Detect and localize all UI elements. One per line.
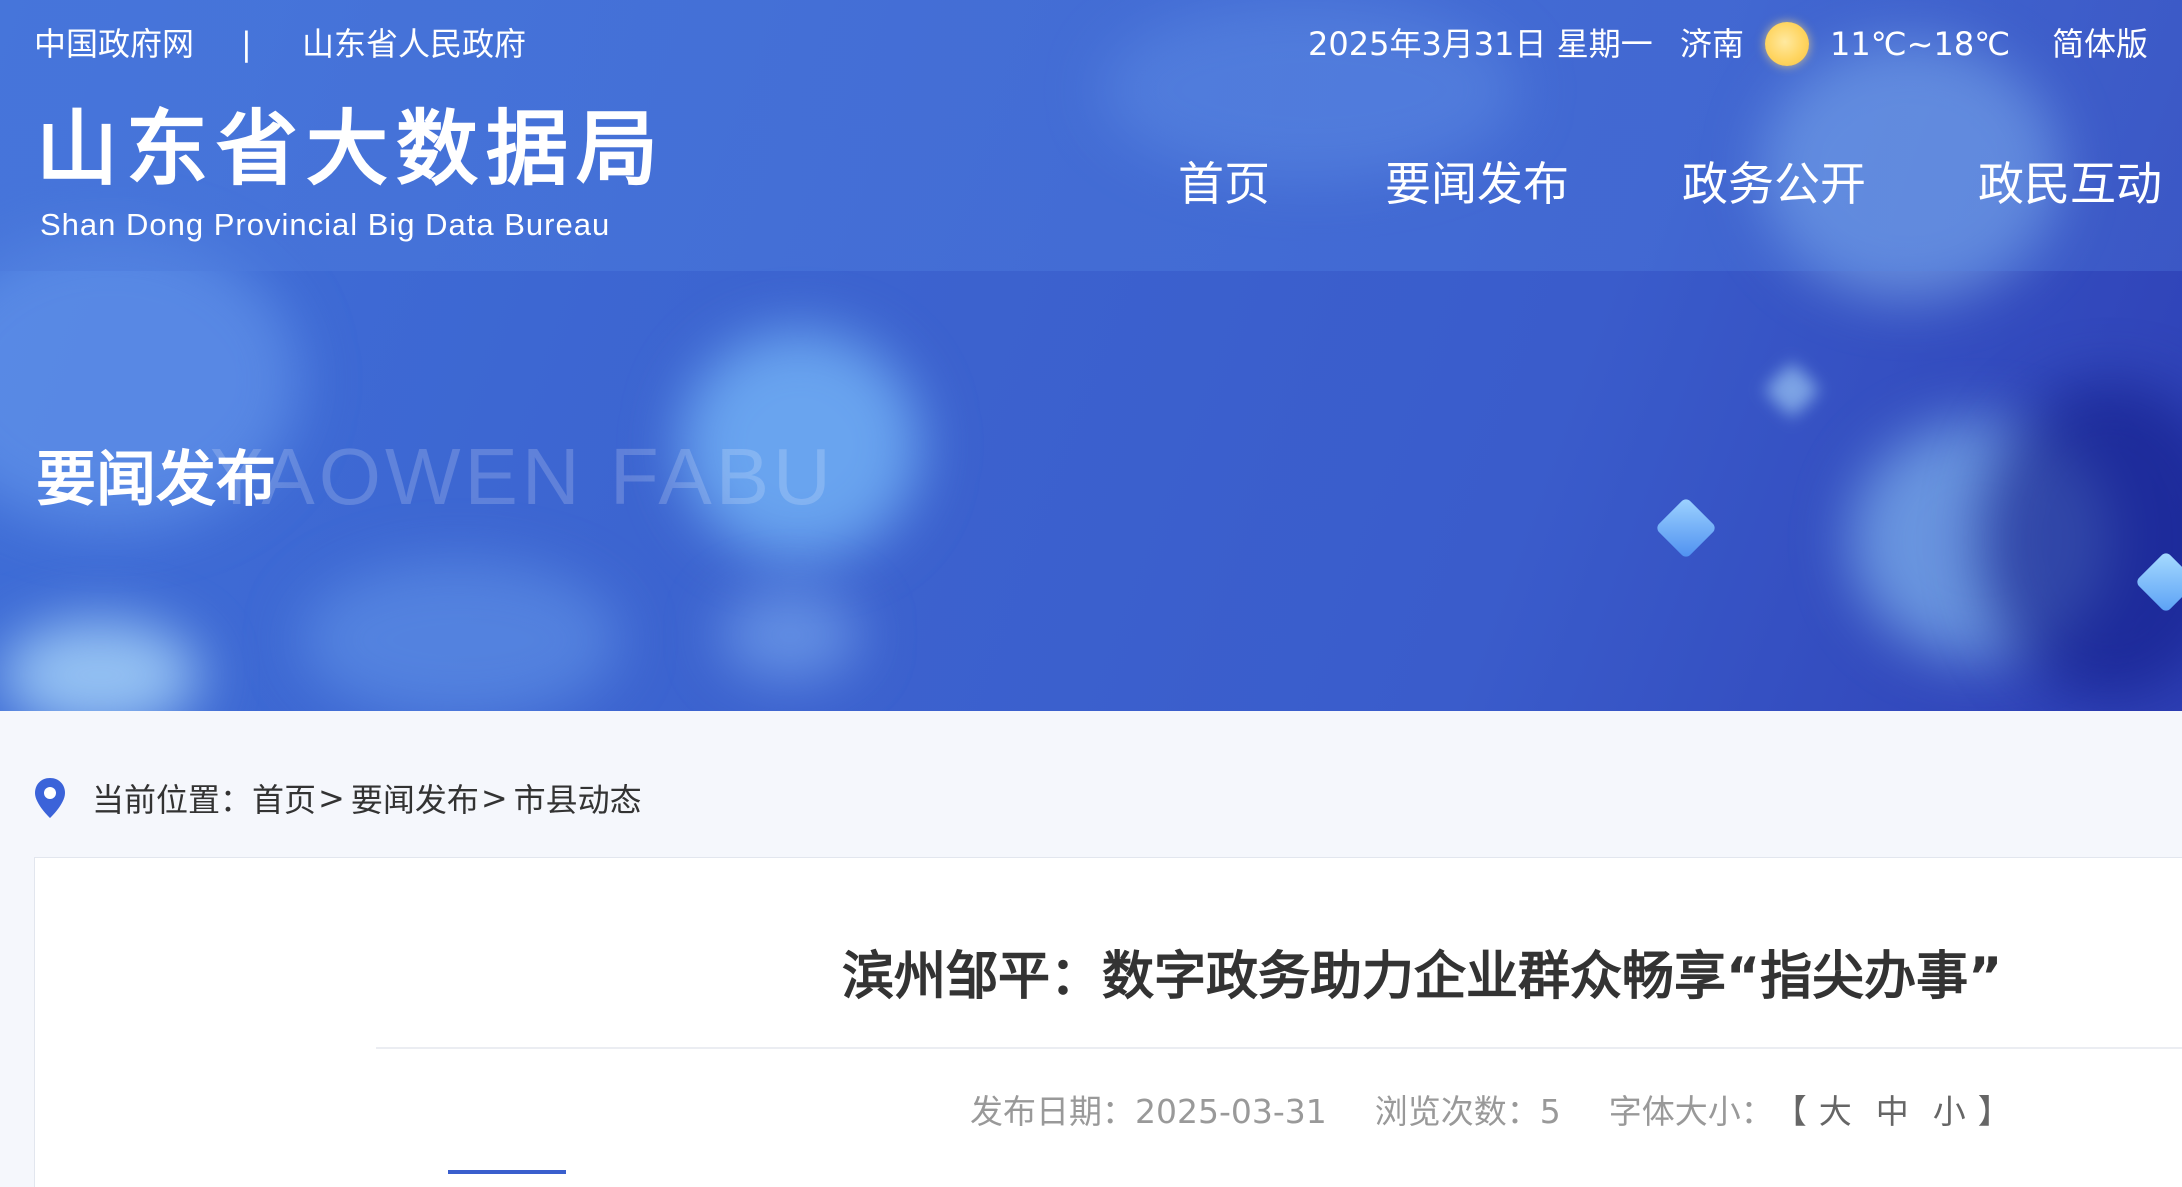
font-size-small-button[interactable]: 小 — [1933, 1088, 1966, 1136]
banner-blob — [0, 620, 200, 711]
publish-date: 2025-03-31 — [1135, 1092, 1327, 1131]
nav-government-affairs[interactable]: 政务公开 — [1682, 152, 1866, 216]
cube-decoration — [1763, 361, 1821, 419]
banner-blob — [300, 560, 620, 711]
link-shandong-gov[interactable]: 山东省人民政府 — [302, 20, 526, 68]
font-size-bracket-close: 】 — [1977, 1092, 2011, 1131]
cube-decoration — [1654, 496, 1718, 560]
article-title: 滨州邹平：数字政务助力企业群众畅享“指尖办事” — [842, 947, 2003, 1007]
nav-public-interaction[interactable]: 政民互动 — [1978, 152, 2162, 216]
breadcrumb-separator: > — [480, 779, 508, 817]
breadcrumb-home[interactable]: 首页 — [252, 775, 316, 821]
weather-city: 济南 — [1680, 25, 1745, 63]
breadcrumb-city-county-news[interactable]: 市县动态 — [514, 775, 642, 821]
language-switch[interactable]: 简体版 — [2052, 20, 2148, 68]
banner-blob — [720, 590, 860, 680]
site-logo-subtitle: Shan Dong Provincial Big Data Bureau — [40, 207, 611, 242]
article-meta: 发布日期： 2025-03-31 浏览次数： 5 字体大小： 【 大 中 小 】 — [970, 1088, 2011, 1136]
site-logo-title[interactable]: 山东省大数据局 — [36, 100, 666, 200]
header-banner: 中国政府网 | 山东省人民政府 2025年3月31日 星期一 济南 11℃~18… — [0, 0, 2182, 711]
content-tab-indicator — [448, 1170, 566, 1174]
weather-temperature: 11℃~18℃ — [1830, 25, 2011, 63]
article-card — [34, 857, 2182, 1187]
location-pin-icon — [35, 778, 65, 818]
font-size-bracket-open: 【 — [1773, 1092, 1807, 1131]
nav-news-release[interactable]: 要闻发布 — [1385, 152, 1569, 216]
views-count: 5 — [1539, 1092, 1561, 1131]
link-gov-cn[interactable]: 中国政府网 — [34, 20, 194, 68]
section-title: 要闻发布 — [36, 445, 276, 515]
font-size-medium-button[interactable]: 中 — [1876, 1088, 1909, 1136]
nav-home[interactable]: 首页 — [1178, 152, 1270, 216]
breadcrumb-news-release[interactable]: 要闻发布 — [351, 775, 479, 821]
breadcrumb: 当前位置： 首页 > 要闻发布 > 市县动态 — [32, 770, 642, 826]
font-size-large-button[interactable]: 大 — [1819, 1088, 1852, 1136]
publish-date-label: 发布日期： — [970, 1092, 1135, 1131]
title-divider — [376, 1047, 2182, 1049]
top-link-separator: | — [241, 25, 252, 63]
sun-icon — [1765, 22, 1809, 66]
views-label: 浏览次数： — [1374, 1092, 1540, 1131]
breadcrumb-prefix: 当前位置： — [92, 781, 253, 819]
section-watermark: YAOWEN FABU — [210, 432, 835, 521]
current-date: 2025年3月31日 星期一 — [1308, 25, 1653, 63]
breadcrumb-separator: > — [318, 779, 345, 817]
font-size-label: 字体大小： — [1608, 1092, 1774, 1131]
